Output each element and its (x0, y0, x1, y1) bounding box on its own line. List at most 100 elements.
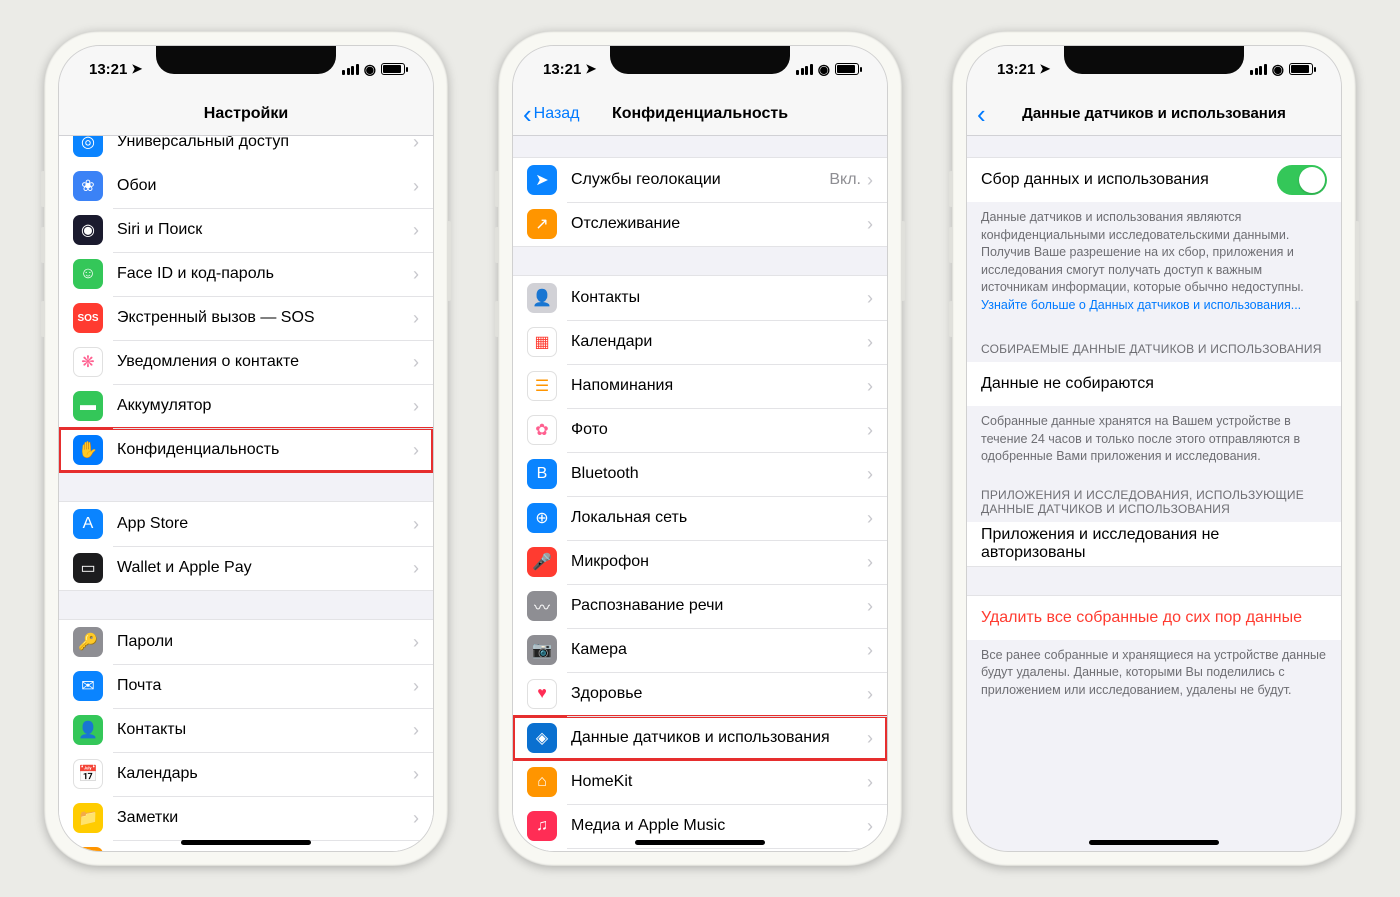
settings-row[interactable]: ➤Службы геолокацииВкл.› (513, 158, 887, 202)
row-icon: 📅 (73, 759, 103, 789)
battery-icon (835, 63, 859, 75)
settings-row[interactable]: ☰Напоминания› (513, 364, 887, 408)
settings-row[interactable]: ⌂HomeKit› (513, 760, 887, 804)
settings-row[interactable]: ✿Фото› (513, 408, 887, 452)
settings-row[interactable]: 📷Камера› (513, 628, 887, 672)
chevron-icon: › (413, 764, 419, 785)
privacy-list[interactable]: ➤Службы геолокацииВкл.›↗Отслеживание› 👤К… (513, 136, 887, 851)
learn-more-link[interactable]: Узнайте больше о Данных датчиков и испол… (981, 298, 1301, 312)
settings-row[interactable]: 👤Контакты› (513, 276, 887, 320)
settings-row[interactable]: ✉Почта› (59, 664, 433, 708)
section-footer: Данные датчиков и использования являются… (967, 202, 1341, 324)
settings-row[interactable]: ▭Wallet и Apple Pay› (59, 546, 433, 590)
row-label: Распознавание речи (571, 597, 867, 615)
chevron-icon: › (867, 464, 873, 485)
nav-bar: ‹ Данные датчиков и использования (967, 92, 1341, 136)
settings-row[interactable]: ◉Siri и Поиск› (59, 208, 433, 252)
home-indicator[interactable] (1089, 840, 1219, 845)
row-icon: 〰 (527, 591, 557, 621)
status-time: 13:21 (997, 61, 1035, 78)
settings-row[interactable]: AApp Store› (59, 502, 433, 546)
settings-row[interactable]: ⊕Локальная сеть› (513, 496, 887, 540)
section-header-collected: СОБИРАЕМЫЕ ДАННЫЕ ДАТЧИКОВ И ИСПОЛЬЗОВАН… (967, 324, 1341, 362)
settings-row[interactable]: ✋Конфиденциальность› (59, 428, 433, 472)
settings-list[interactable]: ◎ Универсальный доступ › ❀ Обои › ◉ Siri и П… (59, 136, 433, 851)
row-icon: ☺ (73, 259, 103, 289)
row-label: Данные не собираются (981, 375, 1327, 393)
chevron-icon: › (413, 396, 419, 417)
settings-row[interactable]: 〰 Распознавание речи› (513, 584, 887, 628)
row-label: Wallet и Apple Pay (117, 559, 413, 577)
toggle-switch[interactable] (1277, 165, 1327, 195)
location-icon: ➤ (131, 61, 142, 77)
row-icon: ▭ (73, 553, 103, 583)
home-indicator[interactable] (181, 840, 311, 845)
settings-row[interactable]: 👤Контакты› (59, 708, 433, 752)
settings-row[interactable]: ▤Файлы и папки› (513, 848, 887, 851)
signal-icon (796, 64, 813, 75)
chevron-icon: › (413, 808, 419, 829)
settings-row[interactable]: 🎤Микрофон› (513, 540, 887, 584)
row-icon: A (73, 509, 103, 539)
row-icon: ▦ (527, 327, 557, 357)
chevron-icon: › (413, 264, 419, 285)
wifi-icon: ◉ (1272, 61, 1284, 78)
toggle-row-collection[interactable]: Сбор данных и использования (967, 158, 1341, 202)
row-label: Календарь (117, 765, 413, 783)
back-button[interactable]: ‹ Назад (523, 101, 580, 127)
row-label: Заметки (117, 809, 413, 827)
phone-frame-3: 13:21 ➤ ◉ ‹ Данные датчиков и использова… (952, 31, 1356, 866)
chevron-icon: › (867, 552, 873, 573)
settings-row[interactable]: 📅 Календарь› (59, 752, 433, 796)
chevron-icon: › (867, 596, 873, 617)
row-label: Универсальный доступ (117, 136, 413, 151)
delete-all-button[interactable]: Удалить все собранные до сих пор данные (967, 596, 1341, 640)
row-icon: ☰ (73, 847, 103, 851)
row-label: Siri и Поиск (117, 221, 413, 239)
settings-row[interactable]: 📁Заметки› (59, 796, 433, 840)
settings-row[interactable]: ↗Отслеживание› (513, 202, 887, 246)
home-indicator[interactable] (635, 840, 765, 845)
chevron-icon: › (867, 816, 873, 837)
row-label: Микрофон (571, 553, 867, 571)
settings-row[interactable]: BBluetooth› (513, 452, 887, 496)
nav-bar: Настройки (59, 92, 433, 136)
row-icon: 📷 (527, 635, 557, 665)
row-label: Календари (571, 333, 867, 351)
settings-row[interactable]: ▦Календари› (513, 320, 887, 364)
row-icon: ▬ (73, 391, 103, 421)
chevron-icon: › (413, 720, 419, 741)
description-text: Данные датчиков и использования являются… (981, 210, 1304, 294)
nav-title: Настройки (59, 105, 433, 123)
settings-row[interactable]: ☺Face ID и код-пароль› (59, 252, 433, 296)
phone-frame-2: 13:21 ➤ ◉ ‹ Назад Конфиденциальность ➤Сл… (498, 31, 902, 866)
row-icon: ◉ (73, 215, 103, 245)
row-accessibility-cut[interactable]: ◎ Универсальный доступ › (59, 136, 433, 164)
chevron-icon: › (867, 640, 873, 661)
row-icon: ❋ (73, 347, 103, 377)
sensor-data-settings[interactable]: Сбор данных и использования Данные датчи… (967, 136, 1341, 851)
row-no-apps: Приложения и исследования не авторизован… (967, 522, 1341, 566)
battery-icon (1289, 63, 1313, 75)
row-icon: ⌂ (527, 767, 557, 797)
row-value: Вкл. (829, 171, 861, 189)
settings-row[interactable]: ♥Здоровье› (513, 672, 887, 716)
notch (156, 46, 336, 74)
section-header-apps: ПРИЛОЖЕНИЯ И ИССЛЕДОВАНИЯ, ИСПОЛЬЗУЮЩИЕ … (967, 476, 1341, 522)
settings-row[interactable]: ❀Обои› (59, 164, 433, 208)
status-time: 13:21 (89, 61, 127, 78)
delete-label: Удалить все собранные до сих пор данные (981, 609, 1327, 627)
settings-row[interactable]: SOSЭкстренный вызов — SOS› (59, 296, 433, 340)
chevron-icon: › (867, 728, 873, 749)
settings-row[interactable]: ❋Уведомления о контакте› (59, 340, 433, 384)
settings-row[interactable]: ▬Аккумулятор› (59, 384, 433, 428)
wifi-icon: ◉ (818, 61, 830, 78)
row-icon: ↗ (527, 209, 557, 239)
row-icon: ✿ (527, 415, 557, 445)
settings-row[interactable]: 🔑Пароли› (59, 620, 433, 664)
settings-row[interactable]: ◈Данные датчиков и использования› (513, 716, 887, 760)
back-button[interactable]: ‹ (977, 101, 988, 127)
row-icon: ❀ (73, 171, 103, 201)
location-icon: ➤ (585, 61, 596, 77)
row-label: Обои (117, 177, 413, 195)
